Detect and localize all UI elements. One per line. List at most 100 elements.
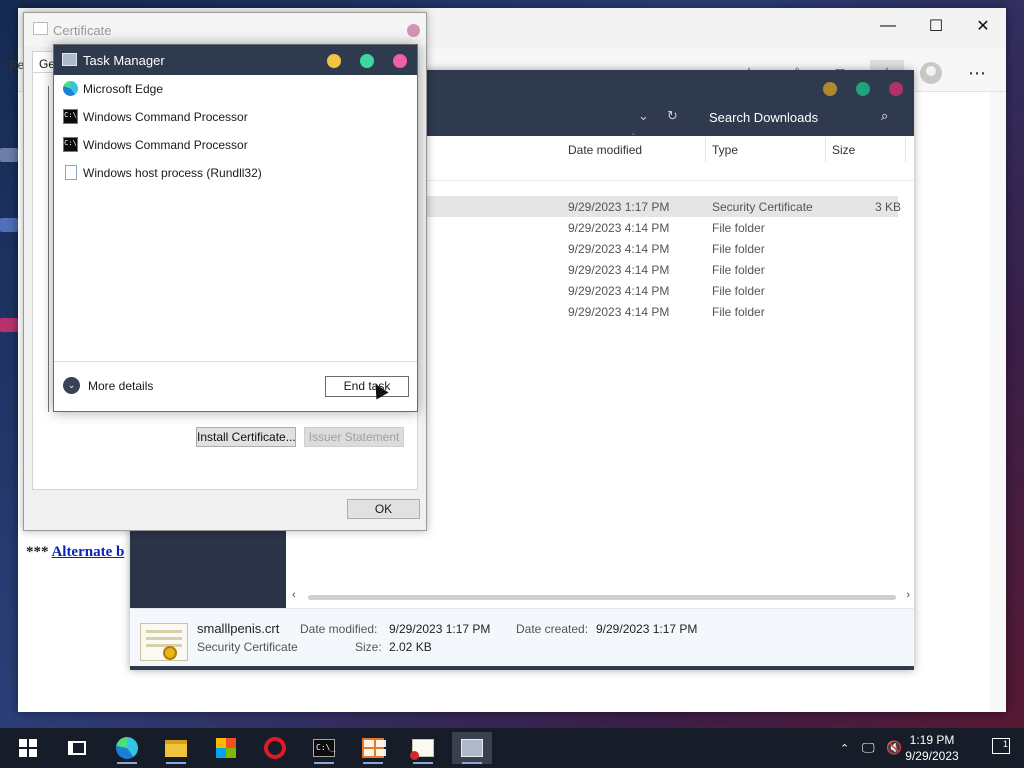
chevron-down-icon[interactable]: ⌄ (638, 108, 649, 124)
size-value: 2.02 KB (389, 640, 432, 654)
alternate-link[interactable]: Alternate b (51, 544, 124, 560)
row-type: File folder (712, 263, 765, 277)
start-button[interactable] (8, 732, 48, 764)
sort-indicator-icon: ⌃ (630, 132, 637, 141)
row-type: File folder (712, 242, 765, 256)
browser-scrollbar[interactable] (990, 92, 1006, 712)
taskbar-cmd[interactable]: C:\_ (304, 732, 344, 764)
maximize-dot-icon[interactable] (856, 82, 870, 96)
more-menu-icon[interactable]: ⋯ (964, 60, 990, 86)
certificate-titlebar[interactable]: Certificate (24, 13, 426, 47)
refresh-icon[interactable]: ↻ (667, 108, 678, 124)
table-row[interactable]: 9/29/2023 4:14 PM File folder (426, 280, 898, 301)
details-pane: smalllpenis.crt Security Certificate Dat… (130, 608, 914, 666)
certificate-title: Certificate (53, 23, 112, 38)
start-icon (19, 739, 37, 757)
maximize-dot-icon[interactable] (360, 54, 374, 68)
taskbar-opera[interactable] (255, 732, 295, 764)
row-date: 9/29/2023 4:14 PM (568, 305, 670, 319)
column-divider[interactable] (705, 138, 706, 162)
desktop-icon[interactable] (0, 148, 18, 162)
profile-avatar-icon[interactable] (918, 60, 944, 86)
store-icon (216, 738, 236, 758)
task-manager-icon (62, 53, 77, 66)
task-manager-titlebar[interactable]: Task Manager (54, 45, 417, 75)
column-header-date-modified[interactable]: Date modified (568, 143, 642, 157)
table-row[interactable]: 9/29/2023 4:14 PM File folder (426, 217, 898, 238)
install-certificate-button[interactable]: Install Certificate... (196, 427, 296, 447)
certificate-icon (33, 22, 48, 35)
file-explorer-icon (165, 739, 187, 757)
taskbar-store[interactable] (206, 732, 246, 764)
row-type: File folder (712, 305, 765, 319)
ok-button[interactable]: OK (347, 499, 420, 519)
search-icon[interactable]: ⌕ (881, 108, 888, 124)
list-item-command-processor[interactable]: C:\ Windows Command Processor (54, 103, 417, 131)
date-created-value: 9/29/2023 1:17 PM (596, 622, 698, 636)
app-name: Windows Command Processor (83, 138, 248, 152)
taskbar-task-manager[interactable] (452, 732, 492, 764)
scrollbar-thumb[interactable] (308, 595, 896, 600)
date-modified-value: 9/29/2023 1:17 PM (389, 622, 491, 636)
certificate-info-box (48, 86, 51, 412)
file-name: smalllpenis.crt (197, 621, 280, 636)
table-row[interactable]: 9/29/2023 1:17 PM Security Certificate 3… (426, 196, 902, 217)
column-header-size[interactable]: Size (832, 143, 855, 157)
taskbar-edge[interactable] (107, 732, 147, 764)
desktop-icon[interactable] (0, 318, 18, 332)
end-task-button[interactable]: End task (325, 376, 409, 397)
size-label: Size: (355, 640, 382, 654)
column-header-type[interactable]: Type (712, 143, 738, 157)
network-icon[interactable]: 🖵 (862, 728, 875, 768)
table-row[interactable]: 9/29/2023 4:14 PM File folder (426, 238, 898, 259)
app-name: Windows Command Processor (83, 110, 248, 124)
close-dot-icon[interactable] (393, 54, 407, 68)
minimize-dot-icon[interactable] (327, 54, 341, 68)
row-date: 9/29/2023 4:14 PM (568, 221, 670, 235)
cmd-icon: C:\ (63, 137, 78, 152)
list-item-microsoft-edge[interactable]: Microsoft Edge (54, 75, 417, 103)
column-divider[interactable] (825, 138, 826, 162)
certificate-icon (410, 739, 434, 760)
notifications-icon[interactable]: 1 (992, 738, 1010, 754)
close-button[interactable]: ✕ (963, 14, 1003, 38)
list-item-command-processor[interactable]: C:\ Windows Command Processor (54, 131, 417, 159)
file-type: Security Certificate (197, 640, 298, 654)
taskbar-certificate[interactable] (403, 732, 443, 764)
issuer-statement-button[interactable]: Issuer Statement (304, 427, 404, 447)
row-date: 9/29/2023 4:14 PM (568, 242, 670, 256)
taskbar-file-explorer[interactable] (156, 732, 196, 764)
cmd-icon: C:\ (63, 109, 78, 124)
close-dot-icon[interactable] (889, 82, 903, 96)
table-row[interactable]: 9/29/2023 4:14 PM File folder (426, 259, 898, 280)
search-downloads-input[interactable]: Search Downloads (709, 110, 818, 125)
task-view-icon (68, 741, 86, 755)
scroll-left-icon[interactable]: ‹ (292, 589, 296, 601)
clock-time: 1:19 PM (909, 733, 955, 747)
more-details-link[interactable]: More details (88, 379, 153, 393)
system-clock[interactable]: 1:19 PM 9/29/2023 (892, 732, 972, 764)
clock-date: 9/29/2023 (905, 749, 959, 763)
minimize-button[interactable]: — (868, 14, 908, 38)
row-type: Security Certificate (712, 200, 813, 214)
row-size: 3 KB (875, 200, 902, 214)
row-date: 9/29/2023 4:14 PM (568, 284, 670, 298)
column-divider[interactable] (905, 138, 906, 162)
edge-icon (63, 81, 78, 96)
scroll-right-icon[interactable]: › (906, 589, 910, 601)
horizontal-scrollbar[interactable]: ‹ › (286, 588, 914, 606)
task-view-button[interactable] (57, 732, 97, 764)
minimize-dot-icon[interactable] (823, 82, 837, 96)
list-item-rundll32[interactable]: Windows host process (Rundll32) (54, 159, 417, 187)
chevron-down-icon[interactable]: ⌄ (63, 377, 80, 394)
page-text-line: *** Alternate b (26, 544, 124, 561)
document-icon (65, 165, 77, 180)
close-dot-icon[interactable] (407, 24, 420, 37)
show-hidden-icons-icon[interactable]: ⌃ (840, 728, 849, 768)
table-row[interactable]: 9/29/2023 4:14 PM File folder (426, 301, 898, 322)
maximize-button[interactable]: ☐ (916, 14, 956, 38)
row-type: File folder (712, 284, 765, 298)
app-name: Microsoft Edge (83, 82, 164, 96)
desktop-icon[interactable] (0, 218, 18, 232)
taskbar-app-window[interactable] (353, 732, 393, 764)
